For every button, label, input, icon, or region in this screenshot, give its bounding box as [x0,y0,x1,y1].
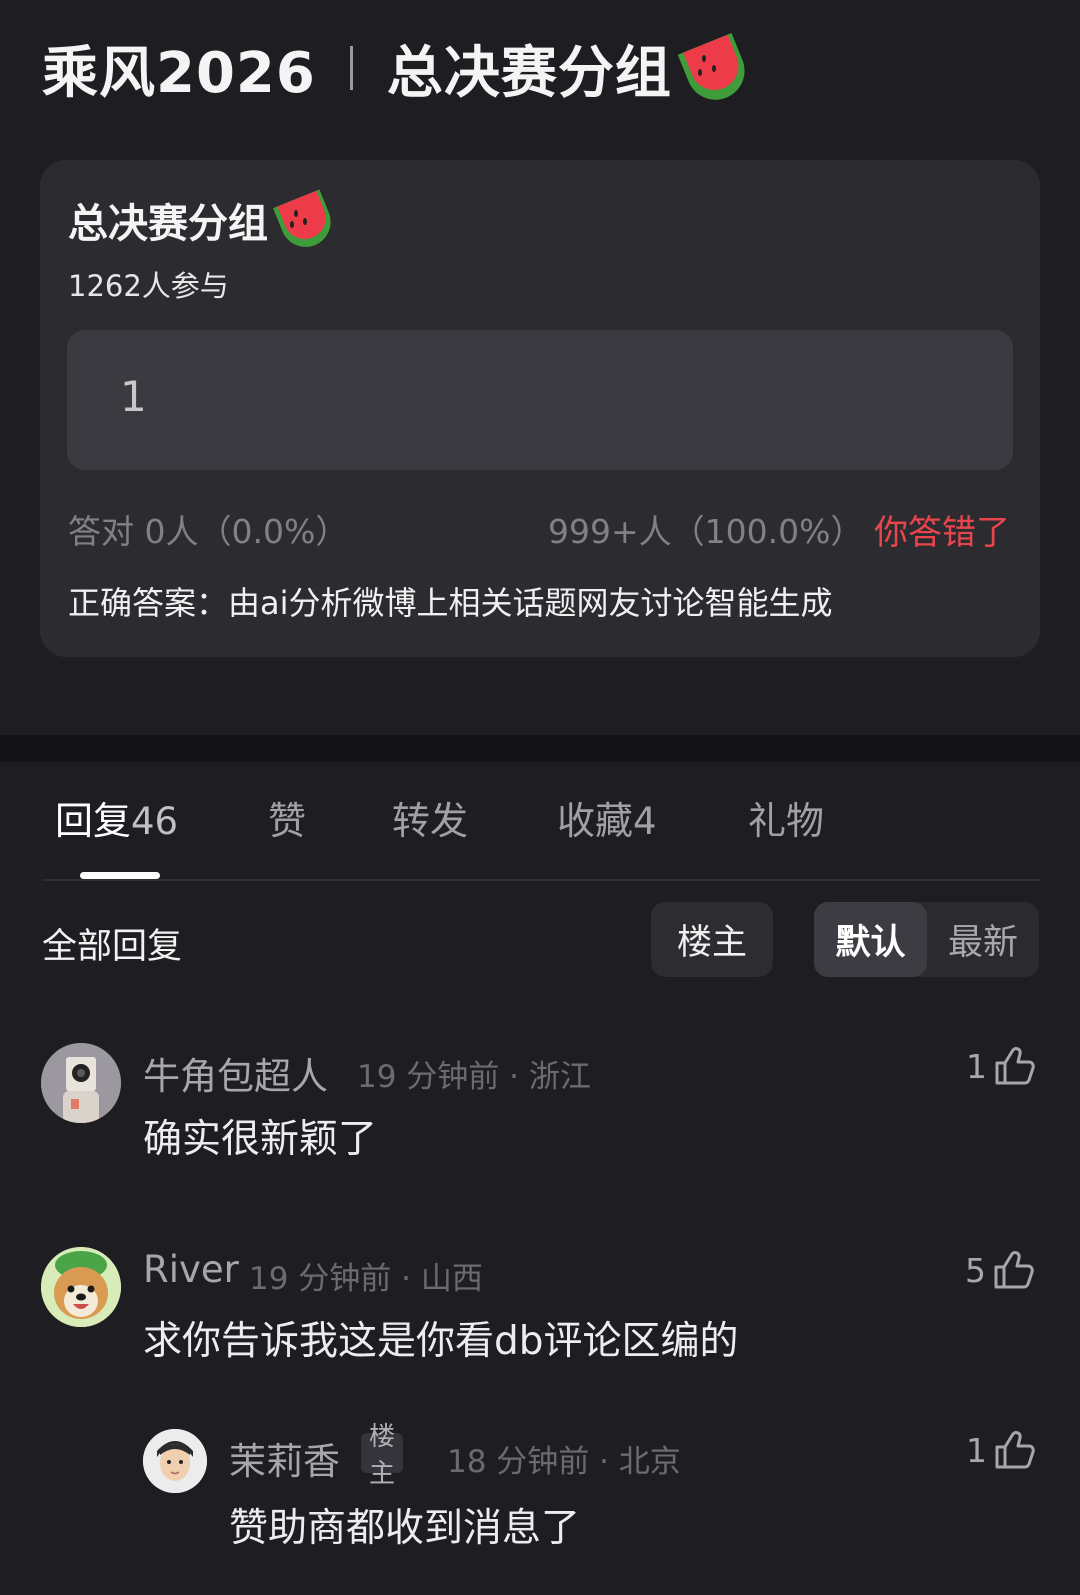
quiz-title: 总决赛分组 [68,189,339,255]
reply-meta: 18 分钟前 · 北京 [447,1444,681,1480]
thumbs-up-icon [995,1047,1035,1085]
op-only-filter-button[interactable]: 楼主 [651,902,773,977]
like-count: 1 [966,1046,987,1086]
quiz-title-text: 总决赛分组 [68,201,268,247]
title-separator [349,46,353,90]
quiz-option-text: 1 [120,372,147,421]
comment-meta: 19 分钟前 · 山西 [249,1261,483,1297]
all-replies-label: 全部回复 [42,927,183,967]
section-divider [0,735,1080,762]
post-title-main: 乘风2026 [42,40,316,106]
tab-favorites-label: 收藏 [557,799,634,843]
like-count: 1 [966,1430,987,1470]
post-title-sub: 总决赛分组 [386,40,672,106]
tab-gifts-label: 礼物 [748,799,825,843]
comment-text: 求你告诉我这是你看db评论区编的 [143,1319,739,1364]
post-title: 乘风2026 总决赛分组 [42,30,754,109]
wrong-stat: 999+人（100.0%） [548,512,864,551]
correct-answer: 正确答案：由ai分析微博上相关话题网友讨论智能生成 [68,584,833,622]
quiz-option[interactable]: 1 [67,330,1013,470]
thumbs-up-icon [995,1431,1035,1469]
tab-reposts[interactable]: 转发 [392,790,468,845]
comment-author[interactable]: 牛角包超人 [143,1046,328,1100]
post-page: 乘风2026 总决赛分组 总决赛分组 1262人参与 1 答对 0人（0.0%）… [0,0,1080,1595]
avatar[interactable] [41,1043,121,1123]
tab-replies[interactable]: 回复46 [55,790,178,845]
sort-default-button[interactable]: 默认 [814,902,927,977]
reply-text: 赞助商都收到消息了 [229,1506,581,1551]
watermelon-icon [272,189,339,255]
tab-likes[interactable]: 赞 [268,790,306,845]
interaction-tabs: 回复46 赞 转发 收藏4 礼物 [0,790,1080,850]
tab-reposts-label: 转发 [392,799,469,843]
like-button[interactable]: 1 [966,1044,1037,1088]
tab-likes-label: 赞 [268,799,307,843]
sort-toggle: 默认 最新 [814,902,1039,977]
comment-meta: 19 分钟前 · 浙江 [357,1059,591,1095]
watermelon-icon [676,32,754,109]
quiz-card: 总决赛分组 1262人参与 1 答对 0人（0.0%） 999+人（100.0%… [40,160,1040,657]
tab-replies-count: 46 [131,800,179,843]
like-button[interactable]: 5 [965,1248,1036,1292]
tab-replies-label: 回复 [55,799,132,843]
sort-latest-button[interactable]: 最新 [927,902,1039,977]
quiz-participant-count: 1262人参与 [68,269,229,303]
comment-author[interactable]: River [143,1248,239,1291]
comment-text: 确实很新颖了 [143,1117,378,1162]
active-tab-indicator [80,872,160,879]
like-count: 5 [965,1250,986,1290]
avatar[interactable] [143,1429,207,1493]
avatar-image [41,1043,121,1123]
avatar-image [41,1247,121,1327]
tab-favorites-count: 4 [633,800,657,843]
answer-result: 你答错了 [874,513,1010,553]
reply-author[interactable]: 茉莉香 [229,1431,340,1485]
avatar[interactable] [41,1247,121,1327]
op-badge: 楼主 [361,1422,404,1489]
tab-favorites[interactable]: 收藏4 [557,790,657,845]
tab-gifts[interactable]: 礼物 [748,790,824,845]
like-button[interactable]: 1 [966,1428,1037,1472]
avatar-image [143,1429,207,1493]
tabs-divider [42,879,1040,881]
correct-stat: 答对 0人（0.0%） [68,512,349,551]
thumbs-up-icon [994,1251,1034,1289]
